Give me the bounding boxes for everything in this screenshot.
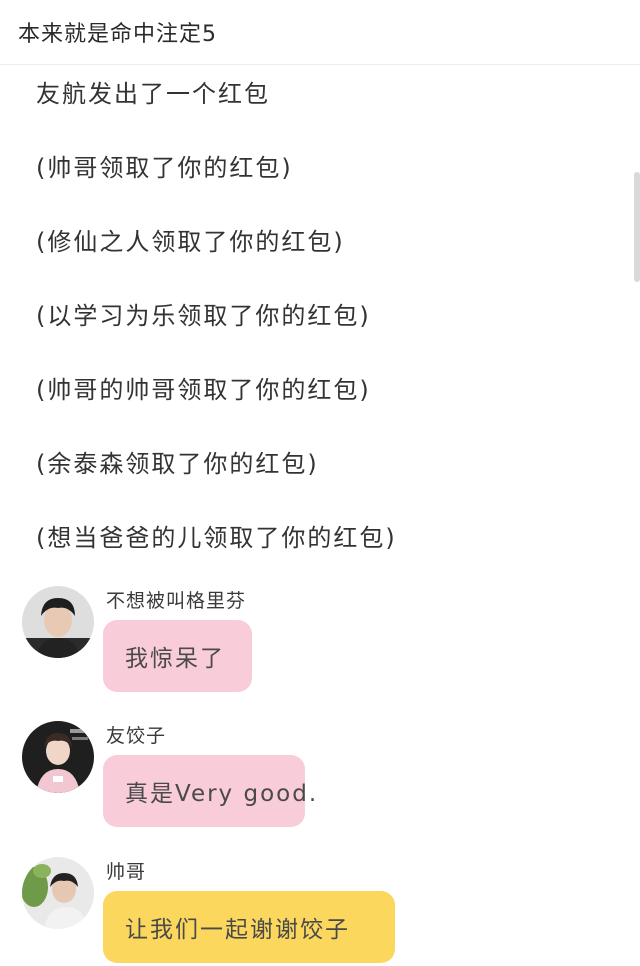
scrollbar[interactable] — [634, 172, 640, 282]
red-packet-sent-notice: 友航发出了一个红包 — [36, 80, 270, 108]
red-packet-claim-notice: (余泰森领取了你的红包) — [36, 450, 319, 478]
avatar[interactable] — [22, 721, 94, 793]
title-bar: 本来就是命中注定5 — [0, 0, 640, 65]
red-packet-claim-notice: (修仙之人领取了你的红包) — [36, 228, 345, 256]
sender-name: 不想被叫格里芬 — [106, 590, 247, 612]
message-text: 让我们一起谢谢饺子 — [125, 917, 350, 943]
red-packet-claim-notice: (帅哥领取了你的红包) — [36, 154, 293, 182]
sender-name: 帅哥 — [106, 861, 147, 883]
message-text: 真是Very good. — [125, 781, 319, 807]
chat-title: 本来就是命中注定5 — [18, 22, 217, 47]
message-bubble[interactable]: 真是Very good. — [103, 755, 316, 827]
message-text: 我惊呆了 — [125, 646, 225, 672]
message-bubble[interactable]: 让我们一起谢谢饺子 — [103, 891, 395, 963]
red-packet-claim-notice: (帅哥的帅哥领取了你的红包) — [36, 376, 371, 404]
message-bubble[interactable]: 我惊呆了 — [103, 620, 252, 692]
red-packet-claim-notice: (以学习为乐领取了你的红包) — [36, 302, 371, 330]
red-packet-claim-notice: (想当爸爸的儿领取了你的红包) — [36, 524, 397, 552]
sender-name: 友饺子 — [106, 725, 167, 747]
avatar[interactable] — [22, 857, 94, 929]
avatar[interactable] — [22, 586, 94, 658]
